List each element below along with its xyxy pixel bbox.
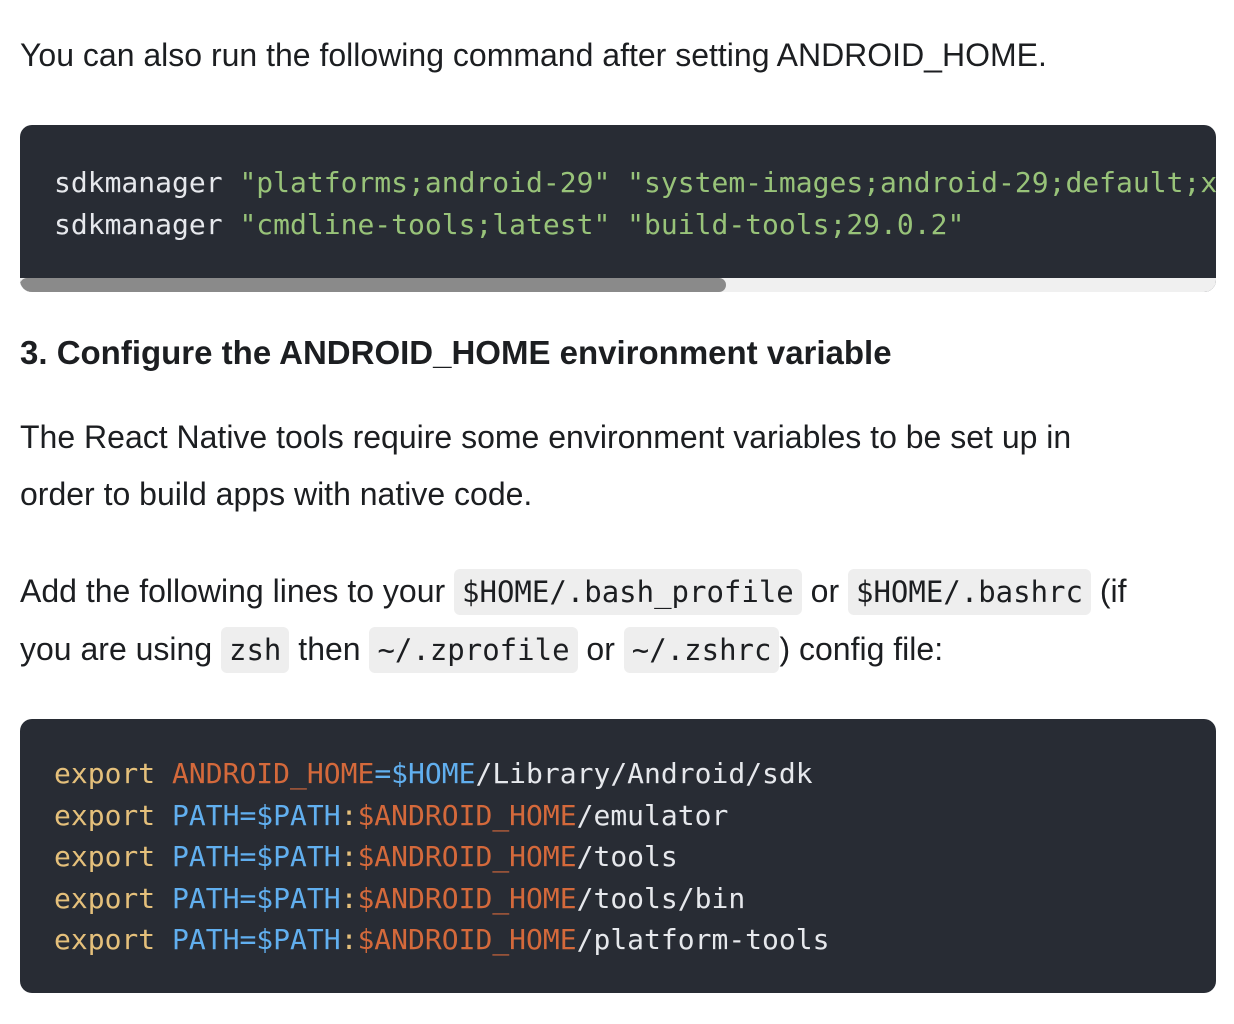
config-text: or	[577, 631, 624, 667]
code-token: /Library/Android/sdk	[475, 757, 813, 790]
code-token: $ANDROID_HOME	[357, 923, 577, 956]
paragraph-line-2: order to build apps with native code.	[20, 476, 533, 512]
export-code-line: export PATH=$PATH:$ANDROID_HOME/tools/bi…	[54, 878, 1216, 920]
docs-page: You can also run the following command a…	[0, 0, 1234, 1024]
code-token: /platform-tools	[576, 923, 830, 956]
inline-code-zshrc: ~/.zshrc	[623, 627, 780, 673]
config-instruction-line-1: Add the following lines to your $HOME/.b…	[20, 563, 1127, 621]
sdkmanager-code-block[interactable]: sdkmanager "platforms;android-29" "syste…	[20, 125, 1216, 292]
code-token: export	[54, 757, 156, 790]
section-heading: 3. Configure the ANDROID_HOME environmen…	[20, 334, 892, 371]
code-token: /tools/bin	[576, 881, 746, 915]
code-token: :	[340, 840, 358, 873]
export-code-block[interactable]: export ANDROID_HOME=$HOME/Library/Androi…	[20, 719, 1216, 993]
code-token: :	[340, 923, 358, 956]
config-text: (if	[1090, 573, 1127, 609]
code-token: $ANDROID_HOME	[357, 881, 577, 915]
code-token: $ANDROID_HOME	[357, 798, 577, 832]
code-token: "cmdline-tools;latest"	[239, 207, 611, 241]
paragraph-line-1: The React Native tools require some envi…	[20, 419, 1072, 455]
horizontal-scrollbar[interactable]	[20, 278, 1216, 292]
intro-text: You can also run the following command a…	[20, 37, 1047, 73]
code-token: PATH=$PATH	[172, 798, 341, 832]
code-token: :	[340, 881, 358, 915]
sdkmanager-code-line: sdkmanager "cmdline-tools;latest" "build…	[54, 204, 1216, 246]
code-token: export	[54, 923, 156, 956]
export-code-line: export PATH=$PATH:$ANDROID_HOME/platform…	[54, 919, 1216, 961]
export-code-line: export PATH=$PATH:$ANDROID_HOME/emulator	[54, 795, 1216, 837]
code-token: /emulator	[576, 798, 729, 832]
code-token: ANDROID_HOME	[172, 757, 375, 790]
config-text: ) config file:	[779, 631, 944, 667]
inline-code-zprofile: ~/.zprofile	[369, 627, 578, 673]
inline-code-bash-profile: $HOME/.bash_profile	[454, 569, 802, 615]
code-token: =	[374, 757, 392, 790]
code-token: sdkmanager	[54, 207, 240, 241]
code-token: /tools	[576, 840, 678, 873]
config-text: or	[801, 573, 848, 609]
code-token: "platforms;android-29"	[239, 166, 611, 199]
code-token: PATH=$PATH	[172, 881, 341, 915]
code-token: $HOME	[391, 757, 476, 790]
code-token: sdkmanager	[54, 166, 240, 199]
config-instruction-line-2: you are using zsh then ~/.zprofile or ~/…	[20, 621, 943, 679]
code-token: "build-tools;29.0.2"	[627, 207, 965, 241]
code-token: export	[54, 798, 156, 832]
code-token: PATH=$PATH	[172, 840, 341, 873]
inline-code-bashrc: $HOME/.bashrc	[848, 569, 1091, 615]
code-token: PATH=$PATH	[172, 923, 341, 956]
sdkmanager-code-line: sdkmanager "platforms;android-29" "syste…	[54, 162, 1216, 204]
code-token: "system-images;android-29;default;x86_64…	[627, 166, 1216, 199]
export-code: export ANDROID_HOME=$HOME/Library/Androi…	[20, 719, 1216, 961]
config-text: Add the following lines to your	[20, 573, 455, 609]
code-token: $ANDROID_HOME	[357, 840, 577, 873]
inline-code-zsh: zsh	[221, 627, 290, 673]
config-text: you are using	[20, 631, 222, 667]
scrollbar-thumb[interactable]	[20, 278, 726, 292]
export-code-line: export PATH=$PATH:$ANDROID_HOME/tools	[54, 836, 1216, 878]
code-token: :	[340, 798, 358, 832]
sdkmanager-code: sdkmanager "platforms;android-29" "syste…	[20, 125, 1216, 245]
config-text: then	[289, 631, 370, 667]
code-token: export	[54, 881, 156, 915]
export-code-line: export ANDROID_HOME=$HOME/Library/Androi…	[54, 753, 1216, 795]
code-token: export	[54, 840, 156, 873]
